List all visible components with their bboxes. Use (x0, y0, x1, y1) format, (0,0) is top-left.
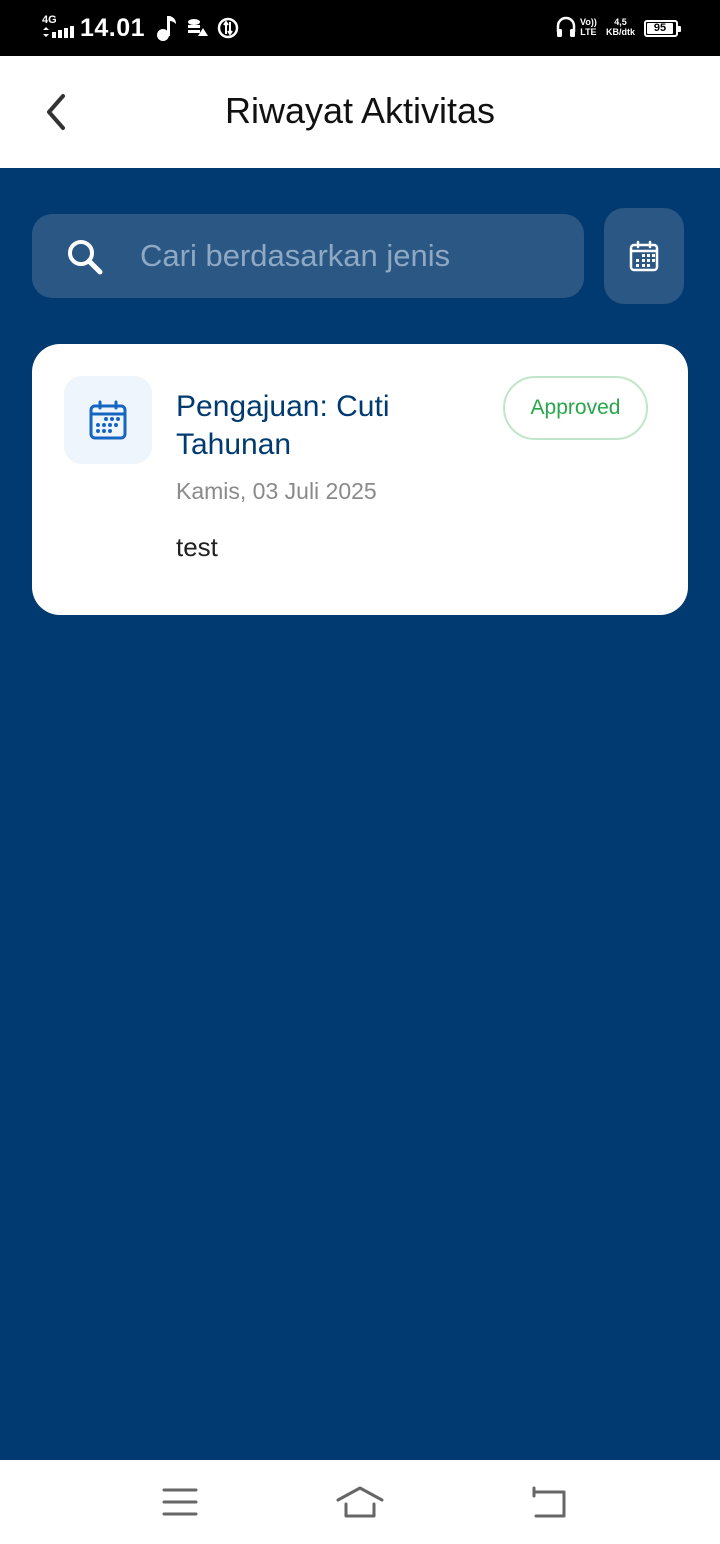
calendar-icon (89, 400, 127, 440)
page-title: Riwayat Aktivitas (224, 90, 496, 131)
menu-icon[interactable] (152, 1478, 208, 1526)
status-bar: 4G 14.01 Vo)) LTE 4,5 KB/dtk 95 (0, 0, 720, 56)
back-icon[interactable] (522, 1478, 578, 1526)
activity-card[interactable]: Pengajuan: Cuti Tahunan Approved Kamis, … (32, 344, 688, 615)
activity-description: test (176, 532, 218, 562)
network-speed: 4,5 KB/dtk (606, 17, 635, 37)
activity-title: Pengajuan: Cuti Tahunan (176, 390, 390, 461)
music-note-icon (157, 16, 176, 41)
signal-icon (43, 26, 74, 38)
home-icon[interactable] (332, 1478, 388, 1526)
activity-date: Kamis, 03 Juli 2025 (176, 478, 377, 504)
app-bar: Riwayat Aktivitas (0, 56, 720, 168)
search-icon (68, 240, 103, 275)
date-filter-button[interactable] (604, 208, 684, 304)
screen: 4G 14.01 Vo)) LTE 4,5 KB/dtk 95 Riwayat … (0, 0, 720, 1544)
clock: 14.01 (80, 14, 146, 42)
search-bar[interactable] (32, 214, 584, 298)
data-saver-icon (188, 19, 208, 36)
battery-level: 95 (647, 23, 673, 34)
search-input[interactable] (140, 228, 570, 284)
calendar-icon (629, 240, 659, 272)
speed-icon (217, 17, 239, 39)
status-badge: Approved (503, 376, 648, 440)
activity-icon-box (64, 376, 152, 464)
volte-indicator: Vo)) LTE (580, 17, 597, 37)
battery-icon: 95 (644, 20, 681, 37)
headphones-icon (556, 16, 576, 37)
system-nav-bar (0, 1460, 720, 1544)
main-content: Pengajuan: Cuti Tahunan Approved Kamis, … (0, 168, 720, 1460)
